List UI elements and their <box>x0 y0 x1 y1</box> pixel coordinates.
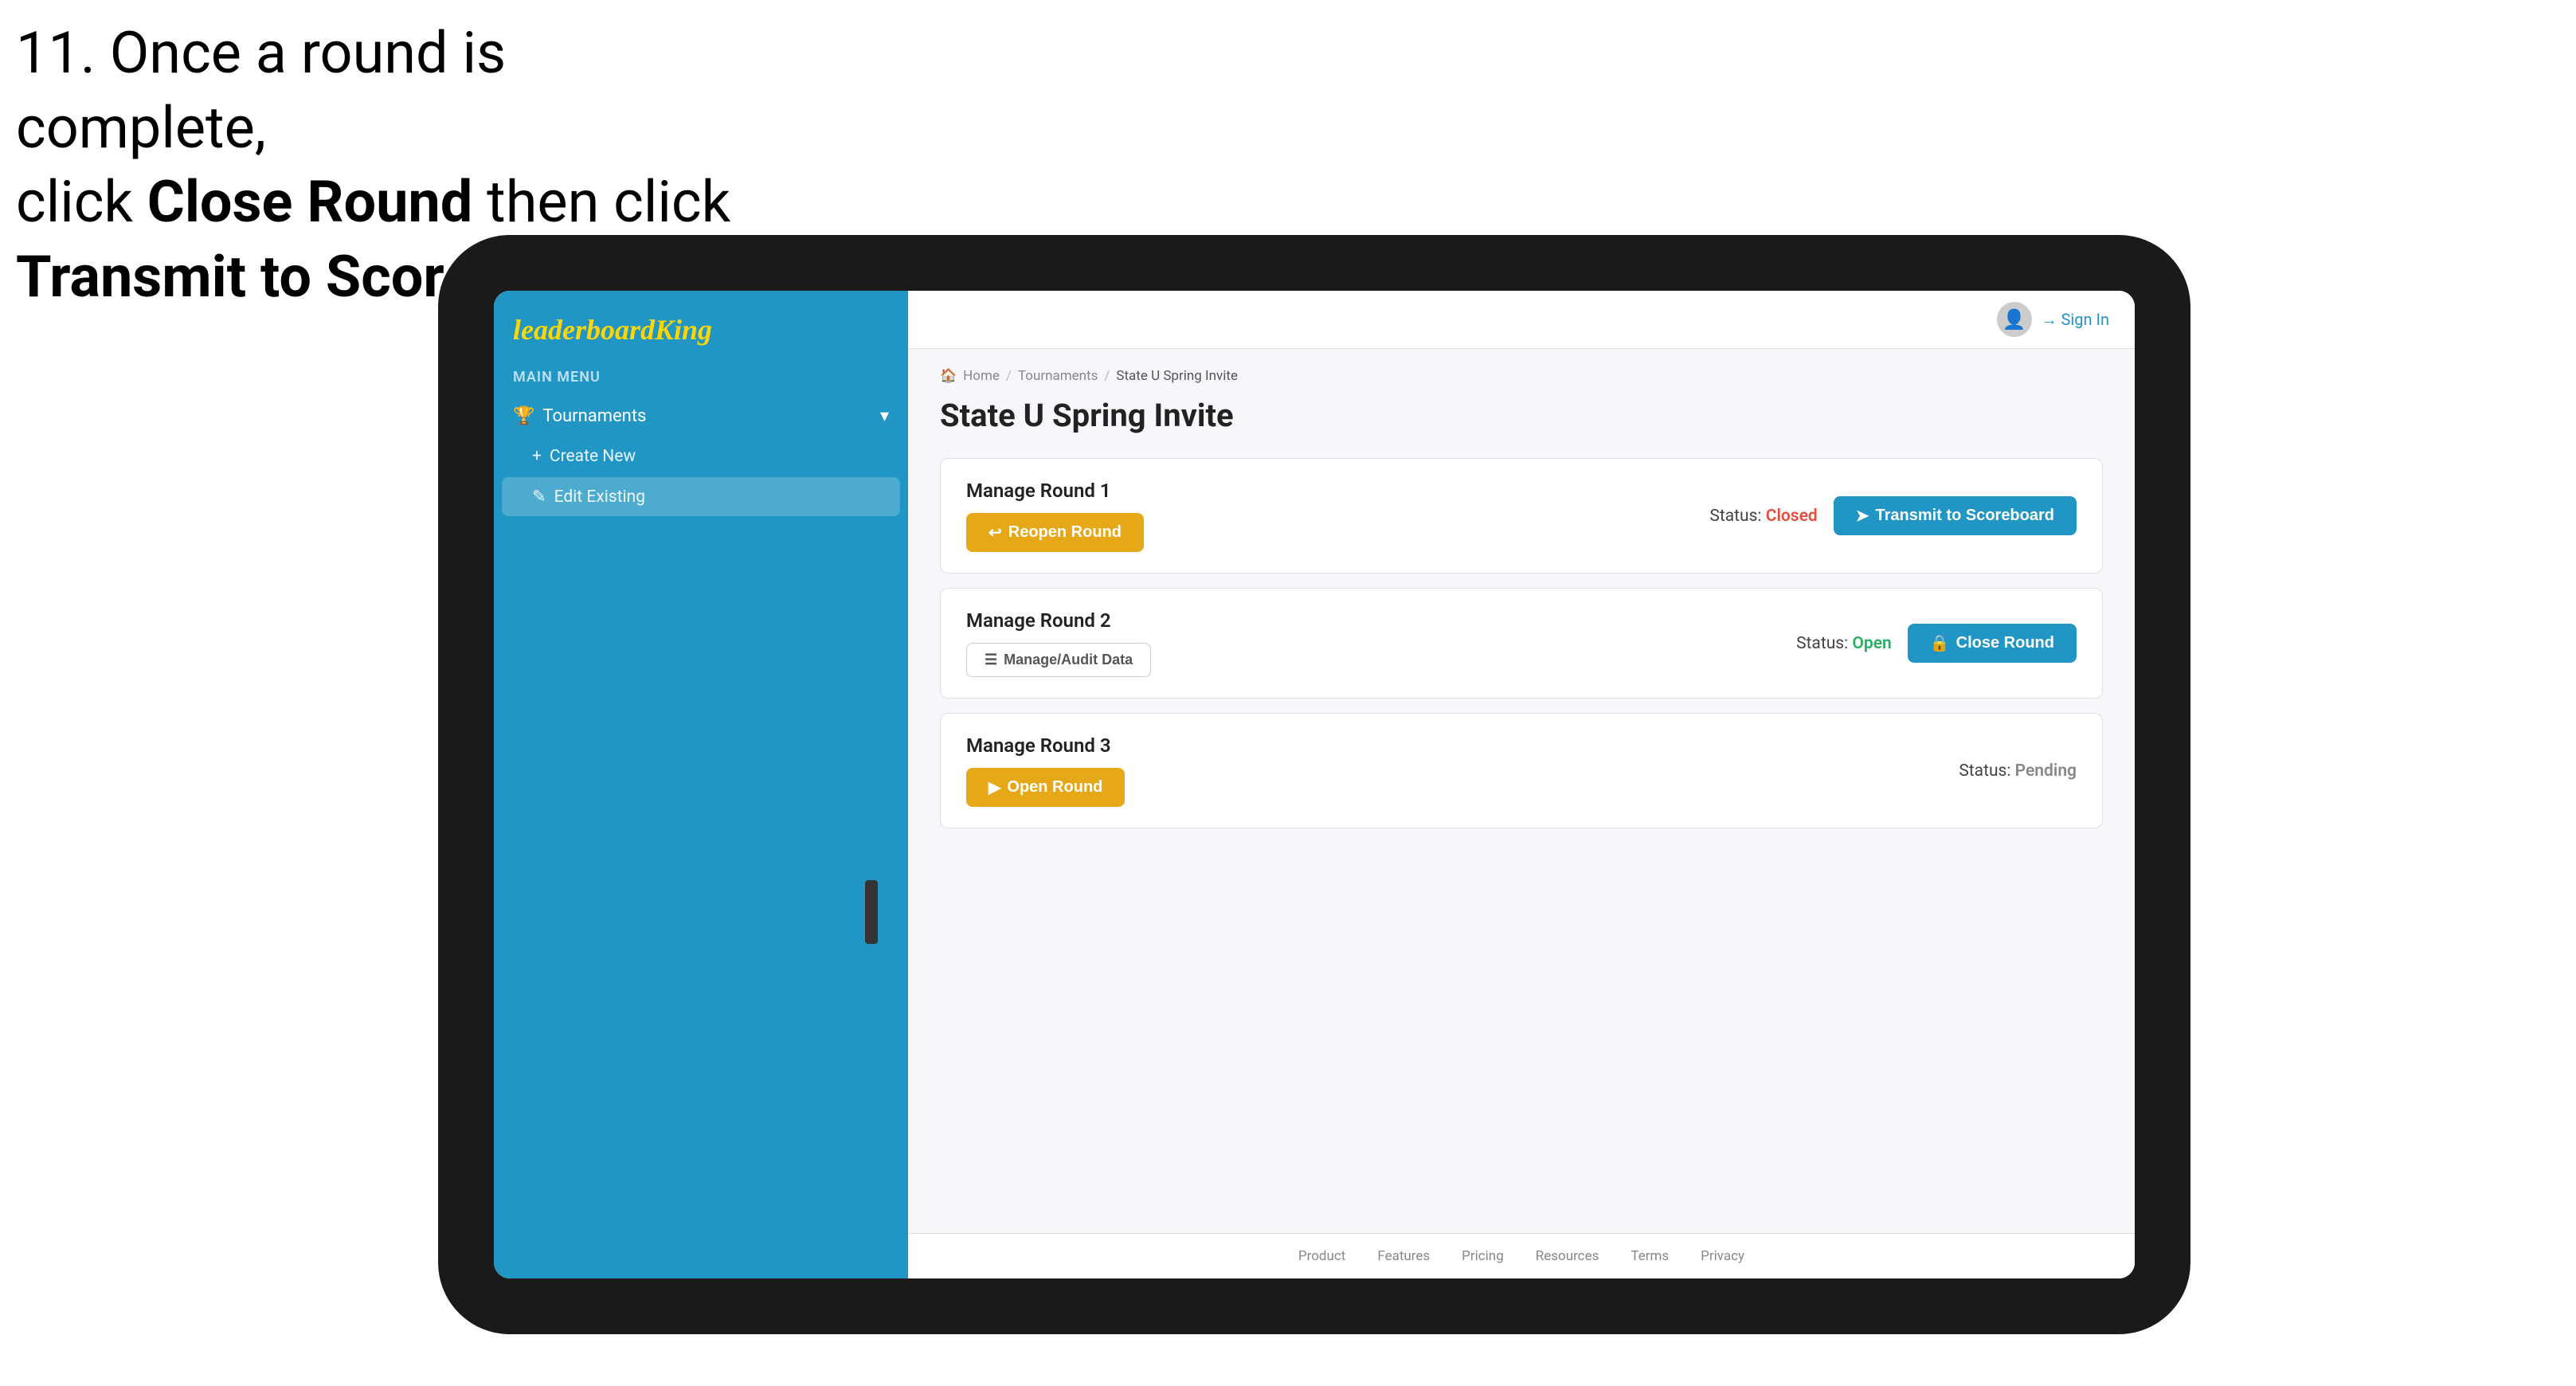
round-3-card: Manage Round 3 ▶ Open Round Status: Pend… <box>940 713 2103 828</box>
open-round-label: Open Round <box>1007 778 1102 797</box>
breadcrumb-tournaments[interactable]: Tournaments <box>1018 368 1098 384</box>
sidebar-item-tournaments[interactable]: 🏆 Tournaments ▾ <box>494 395 908 437</box>
sign-in-text[interactable]: → Sign In <box>2042 310 2109 330</box>
breadcrumb: 🏠 Home / Tournaments / State U Spring In… <box>940 368 2103 384</box>
round-2-status: Status: Open <box>1796 634 1892 653</box>
breadcrumb-sep1: / <box>1006 368 1012 384</box>
round-2-card: Manage Round 2 ☰ Manage/Audit Data Statu… <box>940 588 2103 699</box>
round-1-status-value: Closed <box>1766 507 1818 526</box>
round-1-status: Status: Closed <box>1709 507 1817 526</box>
bold-close-round: Close Round <box>147 168 473 236</box>
manage-audit-button[interactable]: ☰ Manage/Audit Data <box>966 643 1151 677</box>
sidebar-item-edit-existing[interactable]: ✎ Edit Existing <box>502 477 900 516</box>
footer: Product Features Pricing Resources Terms… <box>908 1233 2135 1278</box>
chevron-down-icon: ▾ <box>880 406 889 426</box>
breadcrumb-home[interactable]: Home <box>963 368 1000 384</box>
round-3-status: Status: Pending <box>1959 762 2077 781</box>
sign-in-area[interactable]: 👤 → Sign In <box>1997 302 2109 337</box>
tablet-side-button <box>865 880 878 944</box>
footer-features[interactable]: Features <box>1377 1248 1430 1264</box>
round-1-title: Manage Round 1 <box>966 480 1144 502</box>
breadcrumb-icon: 🏠 <box>940 368 957 384</box>
topbar: 👤 → Sign In <box>908 291 2135 349</box>
reopen-round-button[interactable]: ↩ Reopen Round <box>966 513 1144 552</box>
round-2-title: Manage Round 2 <box>966 609 1151 632</box>
reopen-icon: ↩ <box>989 523 1002 542</box>
round-2-right: Status: Open 🔒 Close Round <box>1796 624 2077 663</box>
transmit-icon: ➤ <box>1856 506 1869 526</box>
logo-normal: leaderboard <box>513 314 655 346</box>
sidebar: leaderboardKing MAIN MENU 🏆 Tournaments … <box>494 291 908 1278</box>
round-3-title: Manage Round 3 <box>966 734 1125 757</box>
round-2-status-value: Open <box>1852 634 1891 653</box>
breadcrumb-current: State U Spring Invite <box>1116 368 1238 384</box>
footer-resources[interactable]: Resources <box>1536 1248 1599 1264</box>
sidebar-item-create-new[interactable]: + Create New <box>494 437 908 476</box>
round-1-right: Status: Closed ➤ Transmit to Scoreboard <box>1709 496 2077 535</box>
footer-terms[interactable]: Terms <box>1631 1248 1669 1264</box>
main-content: 👤 → Sign In 🏠 Home / Tournaments / State… <box>908 291 2135 1278</box>
round-1-card: Manage Round 1 ↩ Reopen Round Status: Cl… <box>940 458 2103 574</box>
logo: leaderboardKing <box>494 291 908 362</box>
create-new-label: Create New <box>550 447 636 466</box>
instruction-line2: click Close Round then click <box>16 168 730 236</box>
edit-icon: ✎ <box>532 487 546 507</box>
close-round-button[interactable]: 🔒 Close Round <box>1908 624 2077 663</box>
page-title: State U Spring Invite <box>940 397 2103 434</box>
footer-pricing[interactable]: Pricing <box>1462 1248 1504 1264</box>
tournaments-label: Tournaments <box>542 406 646 426</box>
main-menu-label: MAIN MENU <box>494 362 908 395</box>
tablet-screen: leaderboardKing MAIN MENU 🏆 Tournaments … <box>494 291 2135 1278</box>
transmit-label: Transmit to Scoreboard <box>1876 507 2055 525</box>
content-area: 🏠 Home / Tournaments / State U Spring In… <box>908 349 2135 1233</box>
footer-privacy[interactable]: Privacy <box>1701 1248 1744 1264</box>
reopen-label: Reopen Round <box>1008 523 1122 542</box>
instruction-line1: 11. Once a round is complete, <box>16 19 506 162</box>
round-3-status-value: Pending <box>2015 762 2077 781</box>
round-3-right: Status: Pending <box>1959 762 2077 781</box>
round-3-left: Manage Round 3 ▶ Open Round <box>966 734 1125 807</box>
close-round-label: Close Round <box>1956 634 2054 652</box>
trophy-icon: 🏆 <box>513 406 534 426</box>
round-2-left: Manage Round 2 ☰ Manage/Audit Data <box>966 609 1151 677</box>
plus-icon: + <box>532 447 542 466</box>
edit-existing-label: Edit Existing <box>554 487 645 507</box>
breadcrumb-sep2: / <box>1104 368 1110 384</box>
logo-styled: King <box>655 314 712 346</box>
footer-product[interactable]: Product <box>1298 1248 1345 1264</box>
open-round-button[interactable]: ▶ Open Round <box>966 768 1125 807</box>
open-icon: ▶ <box>989 777 1000 797</box>
manage-icon: ☰ <box>985 652 997 668</box>
transmit-to-scoreboard-button[interactable]: ➤ Transmit to Scoreboard <box>1834 496 2077 535</box>
tablet-device: leaderboardKing MAIN MENU 🏆 Tournaments … <box>438 235 2190 1334</box>
lock-icon: 🔒 <box>1930 633 1950 653</box>
round-1-left: Manage Round 1 ↩ Reopen Round <box>966 480 1144 552</box>
avatar: 👤 <box>1997 302 2032 337</box>
manage-label: Manage/Audit Data <box>1004 652 1133 668</box>
